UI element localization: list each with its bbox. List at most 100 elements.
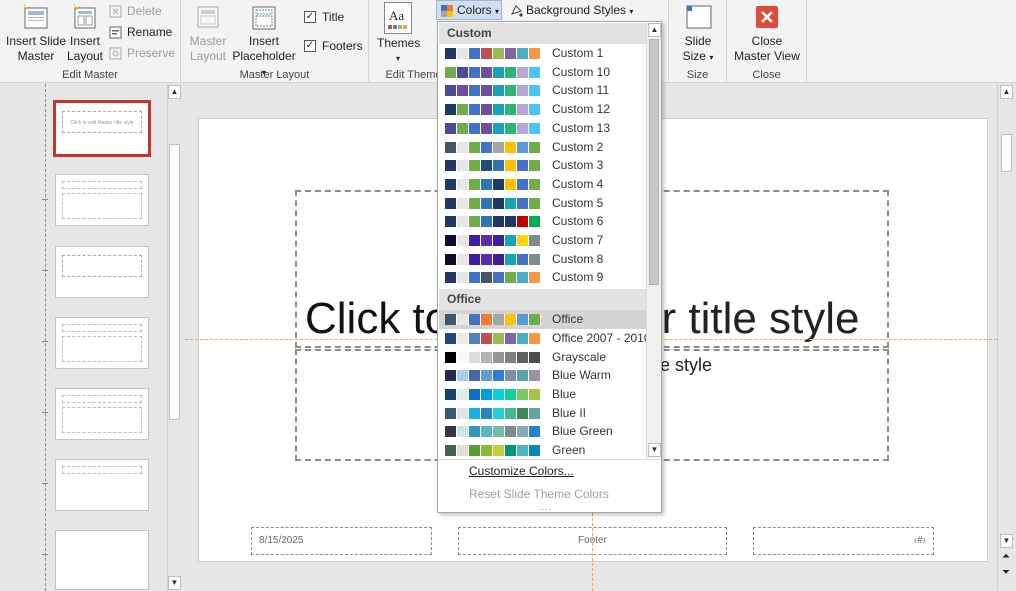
color-scheme-item[interactable]: Green	[439, 441, 646, 460]
section-header: Custom	[439, 23, 646, 44]
background-styles-button[interactable]: Background Styles ▾	[508, 1, 633, 19]
color-swatch	[517, 141, 529, 153]
color-swatch	[517, 314, 529, 326]
scroll-up-icon[interactable]: ▲	[1000, 85, 1013, 99]
thumbnail-layout-1[interactable]	[55, 174, 149, 226]
color-swatch	[493, 197, 505, 209]
color-swatch	[469, 66, 481, 78]
color-scheme-item[interactable]: Custom 10	[439, 63, 646, 82]
thumbnail-layout-4[interactable]	[55, 388, 149, 440]
color-scheme-item[interactable]: Custom 8	[439, 250, 646, 269]
thumbnail-pane: Click to edit Master title style ▲ ▼	[0, 84, 184, 591]
color-swatch	[481, 104, 493, 116]
scroll-down-icon[interactable]: ▼	[648, 443, 661, 457]
color-scheme-item[interactable]: Custom 5	[439, 194, 646, 213]
color-swatch	[517, 216, 529, 228]
customize-colors-menu-item[interactable]: Customize Colors...	[469, 464, 574, 478]
color-swatch	[529, 272, 541, 284]
scrollbar-thumb[interactable]	[169, 144, 180, 420]
reset-theme-colors-menu-item[interactable]: Reset Slide Theme Colors	[469, 487, 609, 501]
color-swatch	[529, 235, 541, 246]
color-scheme-item[interactable]: Custom 1	[439, 44, 646, 63]
scroll-up-icon[interactable]: ▲	[168, 85, 181, 99]
themes-button[interactable]: Aa Themes ▾	[377, 2, 420, 66]
color-scheme-item[interactable]: Custom 3	[439, 156, 646, 175]
insert-slide-master-button[interactable]: Insert Slide Master	[3, 2, 69, 64]
color-scheme-item[interactable]: Custom 11	[439, 81, 646, 100]
scroll-down-icon[interactable]: ▼	[168, 576, 181, 590]
colors-dropdown: Custom Custom 1 Custom 10 Custom 11 Custom 1…	[437, 21, 662, 513]
scroll-up-icon[interactable]: ▲	[648, 23, 661, 37]
insert-layout-button[interactable]: Insert Layout	[66, 2, 104, 64]
thumbnail-layout-3[interactable]	[55, 317, 149, 369]
thumbnail-scrollbar[interactable]: ▲ ▼	[167, 84, 181, 591]
color-swatch	[529, 197, 541, 209]
color-scheme-item[interactable]: Blue Warm	[439, 366, 646, 385]
color-swatch	[445, 426, 457, 438]
color-scheme-label: Custom 1	[552, 46, 604, 60]
thumbnail-layout-2[interactable]	[55, 246, 149, 298]
color-swatch	[469, 388, 481, 400]
color-scheme-item[interactable]: Blue Green	[439, 422, 646, 441]
master-layout-button[interactable]: Master Layout	[187, 2, 229, 64]
dropdown-scrollbar[interactable]: ▲ ▼	[646, 23, 661, 458]
color-scheme-item[interactable]: Custom 4	[439, 175, 646, 194]
color-swatches	[445, 178, 541, 190]
editor-scrollbar[interactable]: ▲ ▼ ⏶ ⏷	[997, 84, 1016, 591]
color-swatch	[481, 48, 493, 59]
color-scheme-item[interactable]: Custom 12	[439, 100, 646, 119]
footers-checkbox[interactable]: ✓ Footers	[304, 38, 363, 54]
previous-slide-icon[interactable]: ⏶	[1002, 550, 1010, 564]
color-swatch	[505, 314, 517, 326]
color-scheme-item[interactable]: Custom 2	[439, 138, 646, 157]
color-scheme-item[interactable]: Custom 13	[439, 119, 646, 138]
colors-button[interactable]: Colors ▾	[436, 0, 502, 20]
scroll-down-icon[interactable]: ▼	[1000, 534, 1013, 548]
chevron-down-icon: ▾	[395, 54, 400, 63]
color-swatch	[517, 104, 529, 116]
color-scheme-item[interactable]: Blue II	[439, 404, 646, 423]
color-swatch	[505, 388, 517, 400]
thumbnail-layout-6[interactable]	[55, 530, 149, 590]
color-scheme-item[interactable]: Custom 9	[439, 268, 646, 287]
color-scheme-item[interactable]: Blue	[439, 385, 646, 404]
color-swatch	[493, 370, 505, 382]
resize-grip-icon[interactable]: ....	[538, 502, 552, 512]
color-scheme-item[interactable]: Custom 6	[439, 212, 646, 231]
thumbnail-slide-master[interactable]: Click to edit Master title style	[53, 100, 151, 157]
slide-size-button[interactable]: Slide Size ▾	[677, 2, 719, 65]
color-swatch	[445, 104, 457, 116]
color-scheme-item[interactable]: Custom 7	[439, 231, 646, 250]
rename-button[interactable]: Rename	[109, 23, 172, 41]
color-swatch	[517, 445, 529, 456]
slide-size-label-2: Size	[682, 49, 706, 63]
color-swatch	[505, 178, 517, 190]
hierarchy-tick	[42, 554, 48, 555]
footer-number-placeholder[interactable]: ‹#›	[753, 527, 934, 555]
close-master-view-button[interactable]: Close Master View	[729, 2, 805, 64]
color-swatch	[445, 351, 457, 363]
scrollbar-thumb[interactable]	[1001, 134, 1012, 172]
footer-date-placeholder[interactable]: 8/15/2025	[251, 527, 432, 555]
color-swatch	[529, 351, 541, 363]
color-swatch	[469, 370, 481, 382]
color-swatch	[457, 160, 469, 172]
color-scheme-label: Green	[552, 443, 586, 457]
color-swatch	[529, 160, 541, 172]
scrollbar-thumb[interactable]	[649, 39, 659, 285]
color-swatch	[529, 332, 541, 344]
color-swatch	[481, 197, 493, 209]
preserve-button[interactable]: Preserve	[109, 44, 175, 62]
color-swatches	[445, 141, 541, 153]
color-scheme-label: Custom 4	[552, 176, 604, 191]
checkmark-icon: ✓	[304, 11, 316, 23]
title-checkbox[interactable]: ✓ Title	[304, 9, 344, 25]
next-slide-icon[interactable]: ⏷	[1002, 566, 1010, 580]
color-scheme-item[interactable]: Office	[439, 310, 646, 329]
chevron-down-icon: ▾	[495, 7, 500, 16]
thumbnail-layout-5[interactable]	[55, 459, 149, 511]
preserve-icon	[109, 47, 122, 60]
color-scheme-item[interactable]: Office 2007 - 2010	[439, 329, 651, 348]
color-scheme-item[interactable]: Grayscale	[439, 348, 646, 367]
delete-button[interactable]: Delete	[109, 2, 162, 20]
